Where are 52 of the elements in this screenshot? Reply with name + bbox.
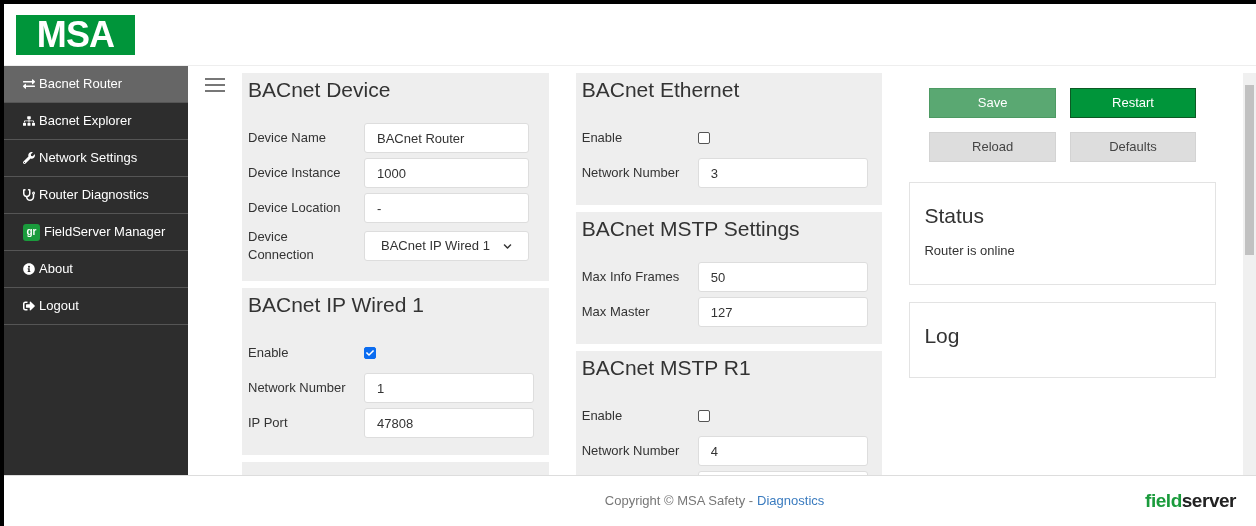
input-field[interactable]: 50 (697, 262, 868, 292)
field-label: Enable (248, 344, 290, 362)
field-label: IP Port (248, 414, 289, 432)
copyright-text: Copyright © MSA Safety - (604, 492, 754, 511)
field-label: Max Master (581, 303, 651, 321)
input-field[interactable]: 127 (697, 297, 868, 327)
logout-icon (23, 300, 35, 312)
field-label: Device Name (248, 129, 328, 147)
input-field[interactable]: 3 (697, 158, 868, 188)
panel-title: BACnet Ethernet (581, 77, 741, 103)
checkbox[interactable] (697, 132, 710, 144)
brand-logo: fieldserver (1145, 488, 1236, 513)
menu-icon[interactable] (205, 78, 225, 92)
sidebar-item[interactable]: Bacnet Router (4, 66, 188, 103)
input-field[interactable]: 47808 (364, 408, 534, 438)
card-title: Log (924, 323, 961, 349)
input-field[interactable]: 4 (697, 436, 868, 466)
field-label: Network Number (581, 442, 681, 460)
panel-title: BACnet MSTP R1 (581, 355, 752, 381)
field-label: Device Connection (248, 228, 315, 264)
app-badge-icon: gr (23, 223, 40, 241)
status-text: Router is online (924, 242, 1016, 260)
panel-title: BACnet Device (248, 77, 392, 103)
field-label: Network Number (581, 164, 681, 182)
field-label: Network Number (248, 379, 347, 397)
arrows-icon (23, 78, 35, 90)
checkbox[interactable] (697, 410, 710, 422)
chevron-down-icon (503, 241, 512, 251)
stethoscope-icon (23, 189, 35, 201)
field-label: Device Location (248, 199, 342, 217)
input-field[interactable]: BACnet Router (364, 123, 529, 153)
scrollbar[interactable] (1243, 73, 1256, 475)
field-label: Enable (581, 129, 624, 147)
sitemap-icon (23, 115, 35, 127)
card-title: Status (924, 203, 985, 229)
field-label: Device Instance (248, 164, 342, 182)
action-button[interactable]: Defaults (1069, 132, 1197, 162)
logo: MSA (16, 14, 135, 55)
input-field[interactable]: - (364, 193, 529, 223)
action-button[interactable]: Restart (1069, 88, 1197, 118)
action-button[interactable]: Reload (929, 132, 1056, 162)
wrench-icon (23, 152, 35, 164)
checkbox[interactable] (364, 347, 376, 359)
panel-title: BACnet MSTP Settings (581, 216, 801, 242)
input-field[interactable]: 1000 (364, 158, 529, 188)
input-field[interactable]: 1 (364, 373, 534, 403)
info-icon (23, 263, 35, 275)
field-label: Max Info Frames (581, 268, 681, 286)
diagnostics-link[interactable]: Diagnostics (757, 491, 825, 511)
field-label: Enable (581, 407, 624, 425)
panel-title: BACnet IP Wired 1 (248, 292, 425, 318)
dropdown-field[interactable]: BACnet IP Wired 1 (364, 231, 529, 261)
